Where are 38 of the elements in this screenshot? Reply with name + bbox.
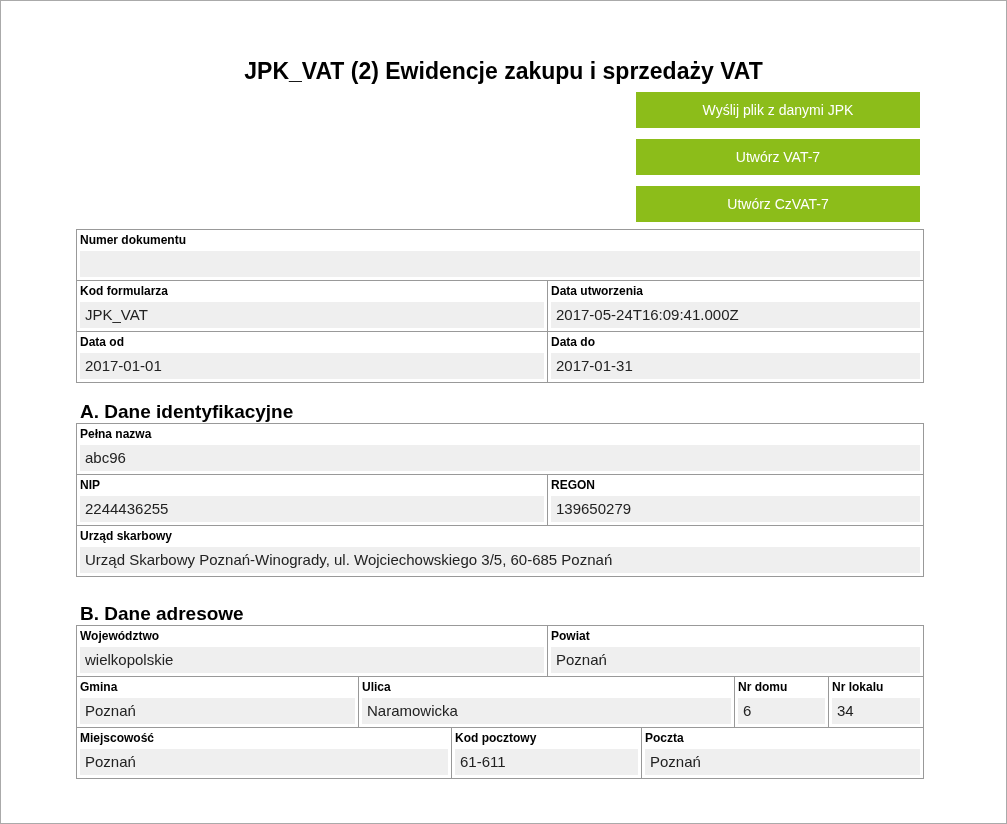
- input-field[interactable]: 34: [832, 698, 920, 724]
- field-label: Data od: [80, 335, 124, 349]
- input-field[interactable]: 2017-05-24T16:09:41.000Z: [551, 302, 920, 328]
- field-label: Ulica: [362, 680, 391, 694]
- section-heading: B. Dane adresowe: [80, 603, 245, 625]
- input-field[interactable]: abc96: [80, 445, 920, 471]
- page-title: JPK_VAT (2) Ewidencje zakupu i sprzedaży VAT: [243, 57, 764, 86]
- field-label: Poczta: [645, 731, 684, 745]
- input-field[interactable]: Poznań: [80, 698, 355, 724]
- field-label: Pełna nazwa: [80, 427, 152, 441]
- input-field[interactable]: 139650279: [551, 496, 920, 522]
- input-field[interactable]: 2017-01-31: [551, 353, 920, 379]
- field-label: Gmina: [80, 680, 118, 694]
- field-label: Kod pocztowy: [455, 731, 537, 745]
- input-field[interactable]: Naramowicka: [362, 698, 731, 724]
- field-label: Data do: [551, 335, 595, 349]
- input-field[interactable]: wielkopolskie: [80, 647, 544, 673]
- field-label: NIP: [80, 478, 100, 492]
- section-heading: A. Dane identyfikacyjne: [80, 401, 295, 423]
- field-label: Nr lokalu: [832, 680, 884, 694]
- input-field[interactable]: JPK_VAT: [80, 302, 544, 328]
- input-field[interactable]: Poznań: [80, 749, 448, 775]
- field-label: Urząd skarbowy: [80, 529, 173, 543]
- input-field[interactable]: Urząd Skarbowy Poznań-Winogrady, ul. Wojciechowskiego 3/5, 60-685 Poznań: [80, 547, 920, 573]
- field-label: Numer dokumentu: [80, 233, 186, 247]
- input-field[interactable]: 2017-01-01: [80, 353, 544, 379]
- input-field[interactable]: 61-611: [455, 749, 638, 775]
- field-label: Województwo: [80, 629, 160, 643]
- input-field[interactable]: 2244436255: [80, 496, 544, 522]
- field-label: Miejscowość: [80, 731, 155, 745]
- field-label: Kod formularza: [80, 284, 168, 298]
- input-field[interactable]: Poznań: [551, 647, 920, 673]
- field-label: Powiat: [551, 629, 590, 643]
- field-label: Nr domu: [738, 680, 788, 694]
- field-label: Data utworzenia: [551, 284, 643, 298]
- input-field[interactable]: Poznań: [645, 749, 920, 775]
- input-field[interactable]: 6: [738, 698, 825, 724]
- field-label: REGON: [551, 478, 595, 492]
